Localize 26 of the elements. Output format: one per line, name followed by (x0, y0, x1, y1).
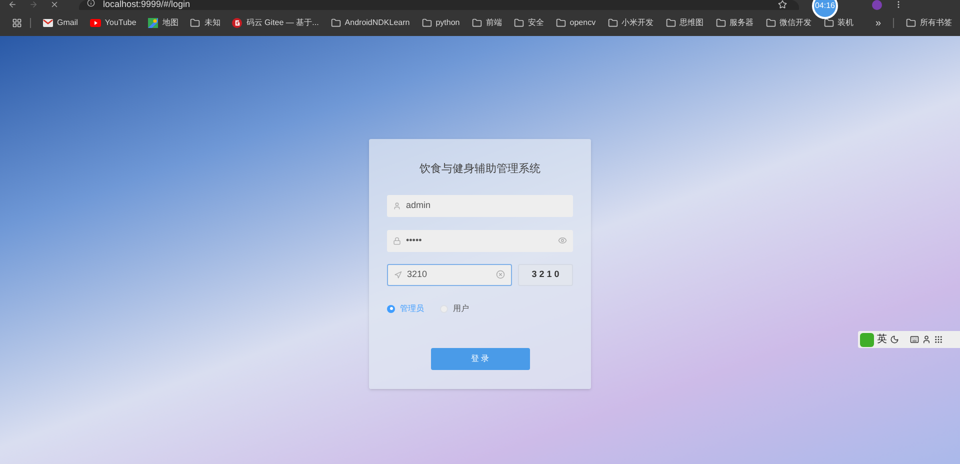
bookmark[interactable]: opencv (556, 17, 596, 29)
bookmark[interactable]: AndroidNDKLearn (330, 17, 410, 29)
ime-mode[interactable]: 英 (877, 332, 887, 347)
username-field[interactable]: admin (387, 194, 573, 216)
bookmark[interactable]: 装机 (824, 17, 854, 29)
address-text: localhost:9999/#/login (103, 0, 190, 9)
captcha-field[interactable]: 3210 (387, 264, 512, 286)
bookmark[interactable]: python (422, 17, 460, 29)
bookmark[interactable]: 未知 (190, 17, 220, 29)
bookmark[interactable]: 微信开发 (766, 17, 812, 29)
all-bookmarks[interactable]: 所有书签 (906, 17, 952, 29)
bookmark[interactable]: 码云 Gitee — 基于... (232, 17, 319, 29)
address-bar[interactable]: localhost:9999/#/login (79, 0, 799, 10)
bookmark[interactable]: Gmail (43, 17, 78, 29)
bookmark[interactable]: YouTube (90, 17, 136, 29)
bookmark[interactable]: 服务器 (716, 17, 754, 29)
more-bookmarks[interactable]: » (875, 16, 881, 30)
bookmark[interactable]: 小米开发 (608, 17, 654, 29)
role-option[interactable]: 用户 (440, 302, 469, 314)
password-field[interactable]: ••••• (387, 230, 573, 252)
captcha-image[interactable]: 3 2 1 0 (518, 264, 573, 286)
login-title: 饮食与健身辅助管理系统 (420, 162, 540, 177)
bookmark[interactable]: 前端 (472, 17, 502, 29)
bookmark[interactable]: 思维图 (666, 17, 704, 29)
bookmark[interactable]: 安全 (514, 17, 544, 29)
bookmark[interactable]: 地图 (148, 17, 178, 29)
